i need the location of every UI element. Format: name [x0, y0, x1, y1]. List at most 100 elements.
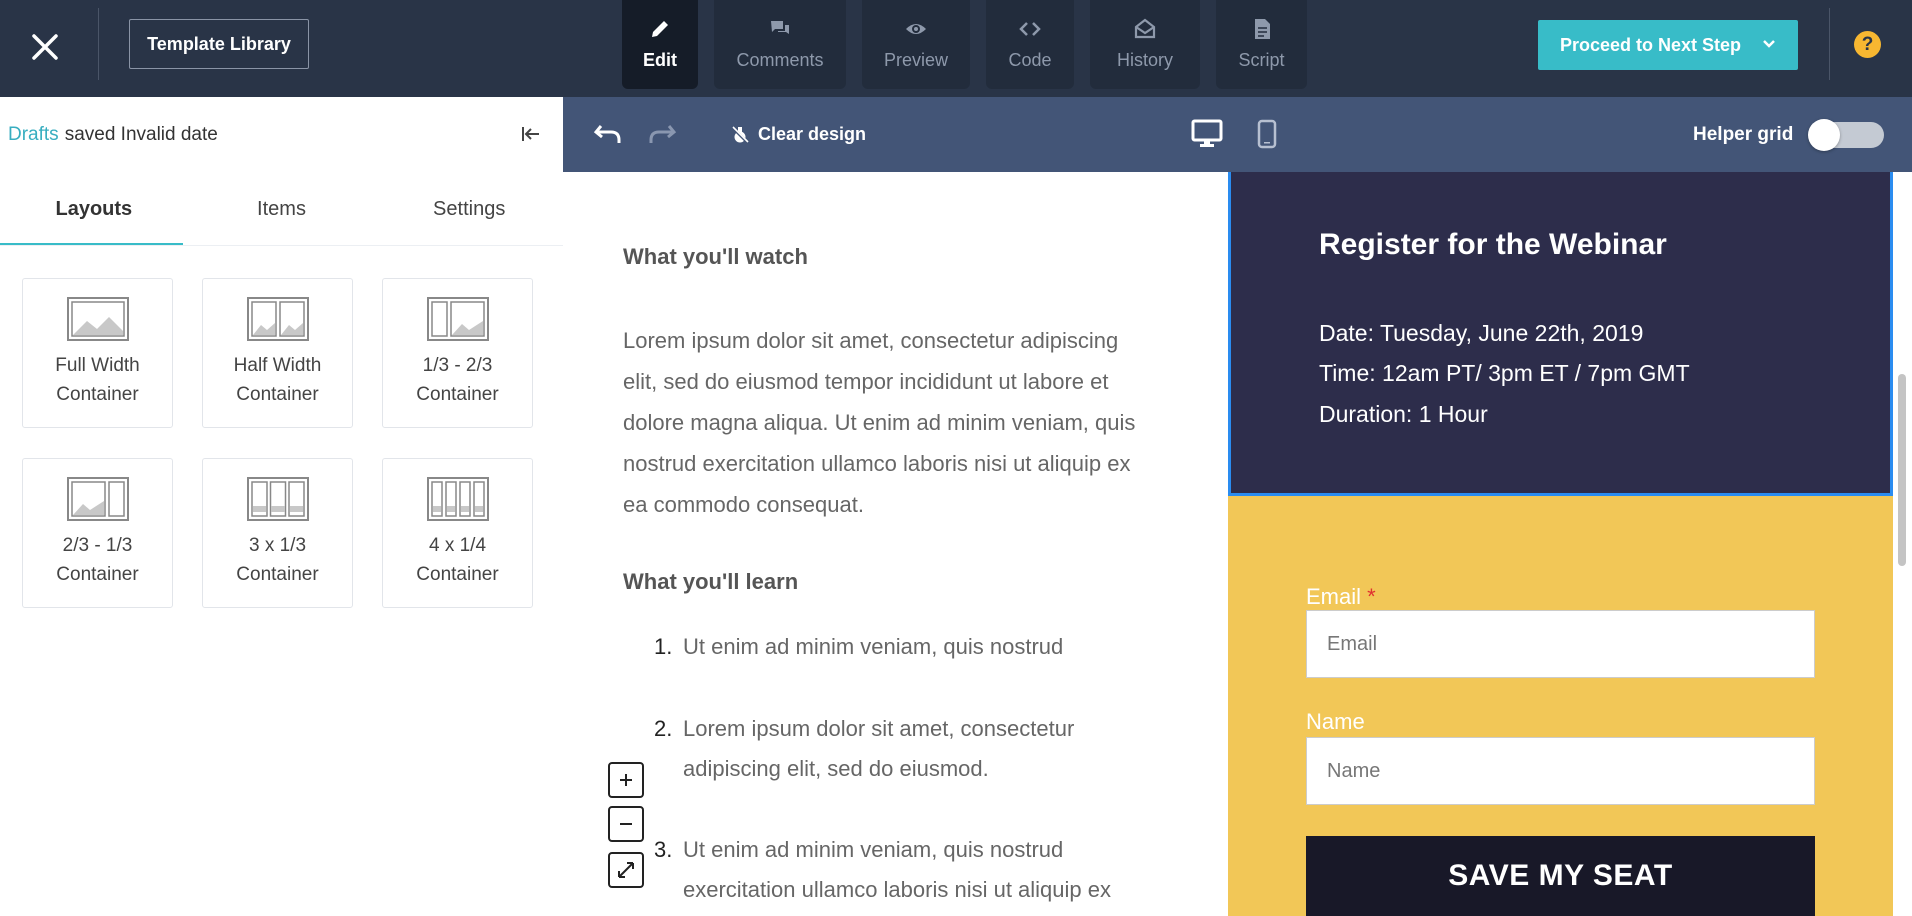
tab-label: Script	[1238, 50, 1285, 70]
redo-icon	[649, 125, 677, 143]
watch-text: Lorem ipsum dolor sit amet, consectetur …	[623, 328, 1136, 517]
proceed-next-step-button[interactable]: Proceed to Next Step	[1538, 20, 1798, 70]
tab-preview[interactable]: Preview	[862, 0, 970, 89]
saved-status: saved Invalid date	[64, 123, 218, 145]
undo-icon	[593, 125, 621, 143]
tab-label: Preview	[883, 50, 949, 70]
name-label: Name	[1306, 709, 1365, 734]
helper-grid-label: Helper grid	[1693, 124, 1794, 145]
history-icon	[1134, 18, 1156, 39]
registration-form: Email * Name SAVE MY SEAT	[1228, 496, 1893, 916]
undo-button[interactable]	[593, 122, 623, 153]
list-text: Lorem ipsum dolor sit amet, consectetur …	[683, 716, 1075, 781]
layout-one-third-two-thirds-container[interactable]: 1/3 - 2/3 Container	[382, 278, 533, 428]
webinar-time: Time: 12am PT/ 3pm ET / 7pm GMT	[1319, 360, 1690, 386]
webinar-title: Register for the Webinar	[1319, 228, 1667, 261]
layout-half-width-container[interactable]: Half Width Container	[202, 278, 353, 428]
close-button[interactable]	[24, 26, 66, 68]
drafts-link[interactable]: Drafts	[8, 124, 59, 146]
tab-history[interactable]: History	[1090, 0, 1200, 89]
sidebar: Drafts saved Invalid date Layouts Items …	[0, 97, 563, 916]
scroll-thumb[interactable]	[1898, 374, 1906, 566]
code-icon	[1019, 22, 1041, 36]
canvas-scrollbar[interactable]	[1893, 172, 1912, 916]
expand-icon	[618, 862, 634, 878]
tab-code[interactable]: Code	[986, 0, 1074, 89]
list-number: 1.	[654, 634, 673, 659]
comments-icon	[771, 21, 789, 34]
tab-layouts[interactable]: Layouts	[0, 172, 188, 246]
tab-edit[interactable]: Edit	[622, 0, 698, 89]
mobile-view-button[interactable]	[1257, 119, 1277, 154]
desktop-view-button[interactable]	[1191, 119, 1223, 154]
template-library-button[interactable]: Template Library	[129, 19, 309, 69]
chevron-down-icon	[1763, 40, 1775, 48]
layout-label: 3 x 1/3 Container	[236, 535, 319, 585]
design-canvas: What you'll watch Lorem ipsum dolor sit …	[563, 172, 1912, 916]
minus-icon	[620, 823, 632, 825]
collapse-sidebar-button[interactable]	[520, 123, 542, 150]
close-icon	[32, 34, 58, 60]
list-text: Ut enim ad minim veniam, quis nostrud ex…	[683, 837, 1111, 902]
divider	[1829, 8, 1830, 80]
help-icon[interactable]: ?	[1854, 31, 1881, 58]
email-field[interactable]	[1306, 610, 1815, 678]
one-third-two-thirds-layout-icon	[426, 297, 489, 341]
layout-two-thirds-one-third-container[interactable]: 2/3 - 1/3 Container	[22, 458, 173, 608]
collapse-left-icon	[522, 127, 539, 141]
watch-heading: What you'll watch	[623, 244, 808, 269]
layout-label: 4 x 1/4 Container	[416, 535, 499, 585]
clear-design-icon	[730, 125, 750, 144]
editor-toolbar: Clear design Helper grid	[563, 97, 1912, 172]
mobile-icon	[1257, 119, 1277, 149]
tab-script[interactable]: Script	[1216, 0, 1307, 89]
layout-full-width-container[interactable]: Full Width Container	[22, 278, 173, 428]
webinar-info-block[interactable]: Register for the Webinar Date: Tuesday, …	[1228, 172, 1893, 496]
plus-icon	[620, 774, 632, 786]
pencil-icon	[652, 21, 668, 37]
webinar-date: Date: Tuesday, June 22th, 2019	[1319, 320, 1644, 346]
list-number: 2.	[654, 716, 673, 741]
tab-settings[interactable]: Settings	[375, 172, 563, 246]
clear-design-label: Clear design	[758, 124, 867, 144]
layout-four-column-container[interactable]: 4 x 1/4 Container	[382, 458, 533, 608]
three-column-layout-icon	[246, 477, 309, 521]
fit-screen-button[interactable]	[608, 852, 644, 888]
tab-label: Code	[1008, 50, 1052, 70]
mode-tabs: Edit Comments Preview Code History Scrip…	[622, 0, 1307, 89]
half-width-layout-icon	[246, 297, 309, 341]
save-my-seat-button[interactable]: SAVE MY SEAT	[1306, 836, 1815, 916]
required-mark: *	[1367, 584, 1376, 609]
email-label-text: Email	[1306, 584, 1362, 609]
top-bar: Template Library Edit Comments Preview C…	[0, 0, 1912, 97]
tab-items[interactable]: Items	[188, 172, 376, 246]
layout-three-column-container[interactable]: 3 x 1/3 Container	[202, 458, 353, 608]
draft-status: Drafts saved Invalid date	[0, 97, 563, 172]
tab-label: Comments	[736, 50, 824, 70]
layout-label: Half Width Container	[233, 355, 322, 405]
proceed-label: Proceed to Next Step	[1560, 34, 1742, 55]
tab-comments[interactable]: Comments	[714, 0, 846, 89]
clear-design-button[interactable]: Clear design	[730, 97, 866, 172]
tab-divider	[0, 245, 563, 246]
webinar-duration: Duration: 1 Hour	[1319, 401, 1488, 427]
zoom-in-button[interactable]	[608, 762, 644, 798]
learn-heading: What you'll learn	[623, 569, 799, 594]
redo-button[interactable]	[647, 122, 677, 153]
list-number: 3.	[654, 837, 673, 862]
layout-grid: Full Width Container Half Width Containe…	[22, 278, 533, 608]
four-column-layout-icon	[426, 477, 489, 521]
helper-grid-toggle[interactable]	[1808, 119, 1884, 151]
name-field[interactable]	[1306, 737, 1815, 805]
email-label: Email *	[1306, 584, 1376, 610]
sidebar-tabs: Layouts Items Settings	[0, 172, 563, 246]
eye-icon	[906, 24, 926, 34]
desktop-icon	[1191, 119, 1223, 147]
script-icon	[1254, 19, 1270, 39]
list-text: Ut enim ad minim veniam, quis nostrud	[683, 634, 1064, 659]
zoom-out-button[interactable]	[608, 806, 644, 842]
divider	[98, 8, 99, 80]
layout-label: Full Width Container	[55, 355, 140, 405]
layout-label: 1/3 - 2/3 Container	[416, 355, 499, 405]
tab-label: Edit	[643, 50, 677, 70]
